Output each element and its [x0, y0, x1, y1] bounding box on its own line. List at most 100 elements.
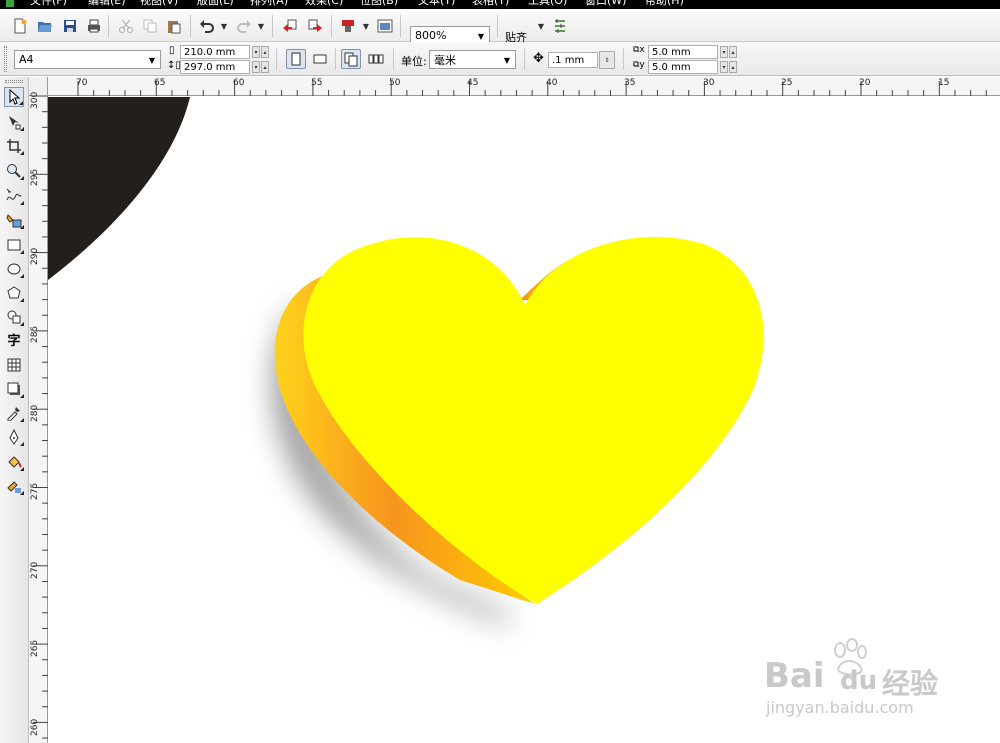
- duplicate-distance-y-input[interactable]: 5.0 mm: [648, 60, 718, 74]
- undo-button[interactable]: [197, 16, 217, 36]
- current-page-button[interactable]: [366, 49, 386, 69]
- cut-button[interactable]: [116, 16, 136, 36]
- copy-button[interactable]: [140, 16, 160, 36]
- outline-pen-tool[interactable]: [4, 427, 24, 447]
- menu-file[interactable]: 文件(F): [30, 0, 67, 8]
- watermark-brand-cn: 经验: [882, 667, 939, 700]
- new-document-button[interactable]: [10, 16, 30, 36]
- ruler-h-label: 45: [467, 78, 479, 88]
- units-combo[interactable]: 毫米 ▼: [429, 50, 516, 69]
- nudge-distance-spinner[interactable]: ⇕: [599, 51, 615, 69]
- landscape-button[interactable]: [310, 49, 330, 69]
- options-button[interactable]: [550, 16, 570, 36]
- page-width-input[interactable]: 210.0 mm: [180, 45, 250, 59]
- save-icon: [64, 20, 76, 32]
- menu-edit[interactable]: 编辑(E): [88, 0, 126, 8]
- application-launcher-button[interactable]: [338, 16, 358, 36]
- property-bar: A4 ▼ ▯ 210.0 mm ▾ ▴ ↕▯ 297.0 mm ▾ ▴ 单位: …: [0, 42, 1000, 76]
- eyedropper-tool[interactable]: [4, 403, 24, 423]
- horizontal-ruler[interactable]: 70 65 60 55 50 45 40 35 30 25 20 15: [48, 77, 1000, 96]
- menu-window[interactable]: 窗口(W): [585, 0, 626, 8]
- menu-effects[interactable]: 效果(C): [305, 0, 343, 8]
- watermark-url: jingyan.baidu.com: [766, 698, 914, 717]
- welcome-screen-button[interactable]: [375, 16, 395, 36]
- open-button[interactable]: [35, 16, 55, 36]
- menu-help[interactable]: 帮助(H): [645, 0, 684, 8]
- duplicate-y-up-spinner[interactable]: ▴: [729, 61, 737, 73]
- polygon-tool[interactable]: [4, 283, 24, 303]
- page-height-down-spinner[interactable]: ▾: [252, 61, 260, 73]
- paper-size-dropdown-arrow[interactable]: ▼: [146, 54, 158, 66]
- import-button[interactable]: [280, 16, 300, 36]
- crop-tool[interactable]: [4, 136, 24, 156]
- menu-layout[interactable]: 版面(L): [197, 0, 234, 8]
- launcher-icon: [342, 20, 354, 32]
- menu-arrange[interactable]: 排列(A): [250, 0, 288, 8]
- welcome-screen-icon: [377, 19, 393, 33]
- freehand-tool[interactable]: [4, 186, 24, 206]
- menu-bitmaps[interactable]: 位图(B): [360, 0, 398, 8]
- watermark-brand-b: du: [840, 666, 878, 696]
- table-grid-icon: [7, 358, 21, 372]
- all-pages-button[interactable]: [341, 49, 361, 69]
- snap-dropdown-arrow[interactable]: ▼: [536, 18, 546, 34]
- interactive-drop-shadow-tool[interactable]: [4, 379, 24, 399]
- duplicate-y-down-spinner[interactable]: ▾: [720, 61, 728, 73]
- smart-fill-tool[interactable]: [4, 210, 24, 230]
- pick-tool[interactable]: [4, 87, 24, 107]
- units-dropdown-arrow[interactable]: ▼: [501, 54, 513, 66]
- page-width-up-spinner[interactable]: ▴: [261, 46, 269, 58]
- paste-icon: [168, 21, 181, 34]
- launcher-dropdown-arrow[interactable]: ▼: [361, 18, 371, 34]
- units-value: 毫米: [434, 53, 456, 67]
- print-button[interactable]: [84, 16, 104, 36]
- toolbox-grip[interactable]: [5, 80, 23, 83]
- duplicate-distance-x-input[interactable]: 5.0 mm: [648, 45, 718, 59]
- portrait-page-icon: [291, 52, 301, 66]
- ruler-h-label: 15: [938, 78, 950, 88]
- rectangle-tool[interactable]: [4, 235, 24, 255]
- menu-tools[interactable]: 工具(O): [528, 0, 567, 8]
- toolbox: 字: [0, 77, 29, 743]
- menu-view[interactable]: 视图(V): [140, 0, 178, 8]
- dark-curved-shape[interactable]: [48, 97, 190, 280]
- basic-shapes-tool[interactable]: [4, 307, 24, 327]
- save-button[interactable]: [60, 16, 80, 36]
- scissors-icon: [119, 19, 133, 33]
- fill-tool[interactable]: [4, 452, 24, 472]
- nudge-distance-input[interactable]: .1 mm: [548, 52, 598, 68]
- shape-tool[interactable]: [4, 112, 24, 132]
- ruler-h-label: 20: [859, 78, 871, 88]
- zoom-dropdown-arrow[interactable]: ▼: [475, 30, 487, 42]
- ruler-v-label: 290: [30, 247, 40, 265]
- undo-icon: [200, 20, 214, 33]
- redo-dropdown-arrow[interactable]: ▼: [256, 18, 266, 34]
- watermark-brand-a: Bai: [764, 656, 825, 696]
- ruler-h-label: 40: [546, 78, 558, 88]
- property-bar-grip[interactable]: [4, 46, 7, 72]
- page-height-input[interactable]: 297.0 mm: [180, 60, 250, 74]
- interactive-fill-tool[interactable]: [4, 476, 24, 496]
- vertical-ruler[interactable]: 300 295 290 285 280 275 270 265 260: [29, 92, 48, 743]
- landscape-page-icon: [313, 54, 327, 64]
- units-label: 单位:: [401, 55, 427, 68]
- menu-table[interactable]: 表格(T): [472, 0, 509, 8]
- paper-size-combo[interactable]: A4 ▼: [14, 50, 161, 69]
- table-tool[interactable]: [4, 355, 24, 375]
- ruler-v-label: 295: [30, 168, 40, 186]
- zoom-tool[interactable]: [4, 161, 24, 181]
- portrait-button[interactable]: [286, 49, 306, 69]
- ruler-h-label: 55: [311, 78, 323, 88]
- page-height-up-spinner[interactable]: ▴: [261, 61, 269, 73]
- duplicate-x-up-spinner[interactable]: ▴: [729, 46, 737, 58]
- page-width-icon: ▯: [169, 45, 175, 56]
- redo-button[interactable]: [234, 16, 254, 36]
- page-width-down-spinner[interactable]: ▾: [252, 46, 260, 58]
- text-tool[interactable]: 字: [4, 329, 24, 349]
- undo-dropdown-arrow[interactable]: ▼: [219, 18, 229, 34]
- menu-text[interactable]: 文本(T): [418, 0, 455, 8]
- ellipse-tool[interactable]: [4, 259, 24, 279]
- duplicate-x-down-spinner[interactable]: ▾: [720, 46, 728, 58]
- export-button[interactable]: [305, 16, 325, 36]
- paste-button[interactable]: [164, 16, 184, 36]
